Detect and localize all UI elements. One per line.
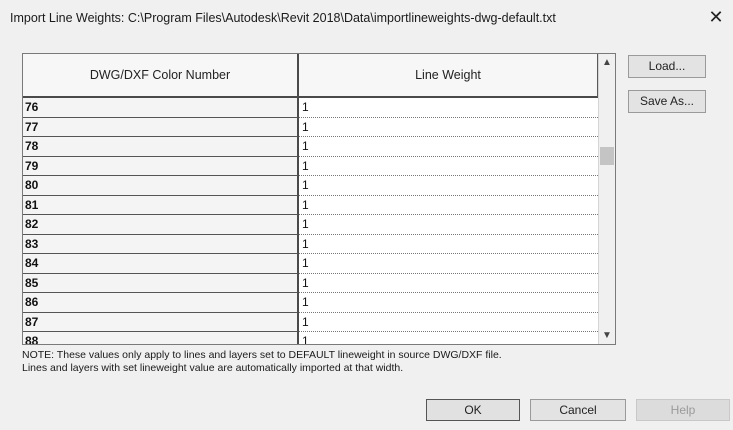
table-row[interactable]: 78 1 [23,137,598,157]
line-weight-cell[interactable]: 1 [299,254,598,274]
table-row[interactable]: 82 1 [23,215,598,235]
color-number-cell: 77 [23,117,299,137]
line-weights-grid: DWG/DXF Color Number Line Weight 76 1 77 1 7… [22,53,616,345]
table-row[interactable]: 83 1 [23,234,598,254]
color-number-cell: 76 [23,98,299,118]
color-number-cell: 78 [23,137,299,157]
color-number-cell: 84 [23,254,299,274]
scroll-down-arrow-icon[interactable]: ▼ [599,327,615,344]
table-row[interactable]: 79 1 [23,156,598,176]
color-number-cell: 79 [23,156,299,176]
help-button: Help [636,399,730,421]
line-weight-cell[interactable]: 1 [299,234,598,254]
line-weight-cell[interactable]: 1 [299,215,598,235]
line-weight-cell[interactable]: 1 [299,195,598,215]
grid-header: DWG/DXF Color Number Line Weight [23,54,598,98]
table-row[interactable]: 86 1 [23,293,598,313]
title-bar: Import Line Weights: C:\Program Files\Au… [0,0,733,40]
save-as-button[interactable]: Save As... [628,90,706,113]
table-row[interactable]: 81 1 [23,195,598,215]
scroll-up-arrow-icon[interactable]: ▲ [599,54,615,71]
table-row[interactable]: 76 1 [23,98,598,118]
line-weight-cell[interactable]: 1 [299,98,598,118]
color-number-cell: 80 [23,176,299,196]
close-icon[interactable]: ✕ [707,8,725,26]
line-weight-cell[interactable]: 1 [299,293,598,313]
color-number-cell: 81 [23,195,299,215]
column-header-line-weight[interactable]: Line Weight [299,54,598,98]
note-line-1: NOTE: These values only apply to lines a… [22,349,502,361]
vertical-scrollbar[interactable]: ▲ ▼ [598,54,615,344]
window-title: Import Line Weights: C:\Program Files\Au… [10,11,556,25]
note-line-2: Lines and layers with set lineweight val… [22,362,404,374]
line-weight-cell[interactable]: 1 [299,312,598,332]
grid-body: 76 1 77 1 78 1 79 1 80 1 81 1 82 1 83 1 84 1 85 1 86 1 87 1 88 1 [23,98,598,344]
table-row[interactable]: 80 1 [23,176,598,196]
line-weight-cell[interactable]: 1 [299,117,598,137]
color-number-cell: 88 [23,332,299,344]
color-number-cell: 86 [23,293,299,313]
line-weight-cell[interactable]: 1 [299,176,598,196]
table-row[interactable]: 77 1 [23,117,598,137]
note-text: NOTE: These values only apply to lines a… [22,349,622,375]
cancel-button[interactable]: Cancel [530,399,626,421]
table-row[interactable]: 84 1 [23,254,598,274]
ok-button[interactable]: OK [426,399,520,421]
line-weight-cell[interactable]: 1 [299,137,598,157]
color-number-cell: 82 [23,215,299,235]
scrollbar-thumb[interactable] [600,147,614,165]
table-row[interactable]: 85 1 [23,273,598,293]
table-row[interactable]: 88 1 [23,332,598,344]
column-header-color-number[interactable]: DWG/DXF Color Number [23,54,299,98]
line-weight-cell[interactable]: 1 [299,156,598,176]
load-button[interactable]: Load... [628,55,706,78]
color-number-cell: 87 [23,312,299,332]
color-number-cell: 83 [23,234,299,254]
line-weight-cell[interactable]: 1 [299,332,598,344]
line-weight-cell[interactable]: 1 [299,273,598,293]
color-number-cell: 85 [23,273,299,293]
table-row[interactable]: 87 1 [23,312,598,332]
